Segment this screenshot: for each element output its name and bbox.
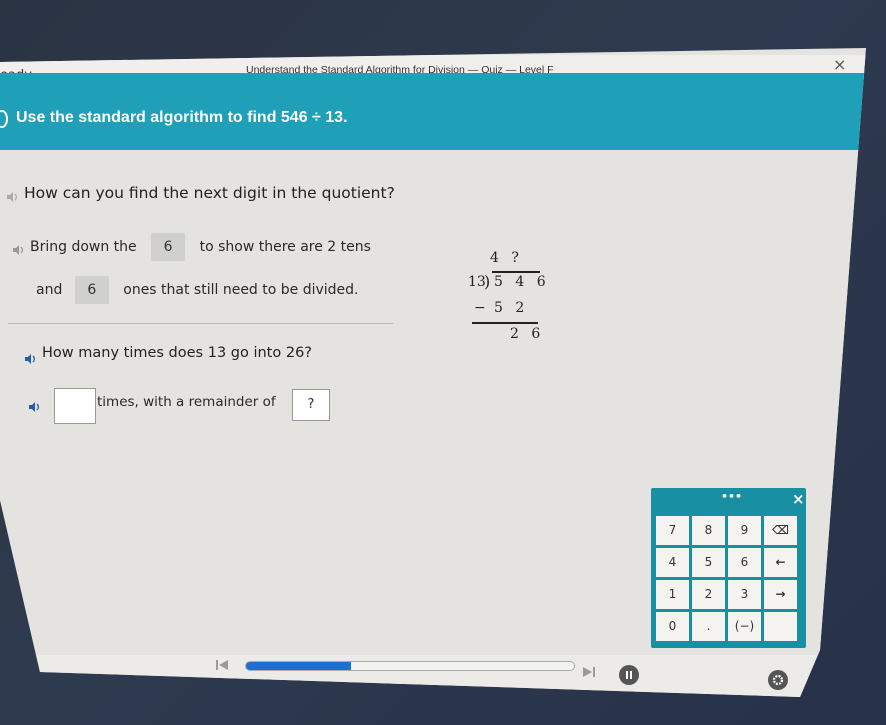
remainder: 2 6 [510,326,545,342]
remainder-prompt-text: times, with a remainder of [97,394,276,410]
keypad-grid: 7 8 9 ⌫ 4 5 6 ← 1 2 3 → 0 . (−) [656,516,798,641]
settings-button[interactable] [768,670,788,690]
skip-forward-icon [583,667,595,677]
subtraction-line [472,322,538,324]
key-8[interactable]: 8 [692,516,725,545]
blank-key[interactable] [764,612,797,641]
divider [8,323,393,324]
speaker-icon[interactable] [6,188,18,202]
sentence-line-2: and 6 ones that still need to be divided… [36,276,359,304]
key-4[interactable]: 4 [656,548,689,577]
key-6[interactable]: 6 [728,548,761,577]
prompt-text: Use the standard algorithm to find 546 ÷… [16,109,348,126]
key-0[interactable]: 0 [656,612,689,641]
negative-key[interactable]: (−) [728,612,761,641]
speaker-icon[interactable] [28,398,40,412]
pause-icon [626,671,632,679]
backspace-key[interactable]: ⌫ [764,516,797,545]
keypad-menu-icon[interactable]: ••• [721,490,742,503]
division-bracket: ) [484,272,491,291]
key-2[interactable]: 2 [692,580,725,609]
screen: eady Understand the Standard Algorithm f… [0,48,866,697]
speaker-icon[interactable] [12,241,24,255]
gear-icon [772,674,784,686]
minus-sign: − [474,300,486,316]
subtrahend: 5 2 [494,300,529,316]
remainder-answer-input[interactable]: ? [292,389,330,421]
question-1-text: How can you find the next digit in the q… [24,184,395,202]
filled-answer-box: 6 [151,233,186,261]
filled-answer-box: 6 [74,276,109,304]
left-arrow-key[interactable]: ← [764,548,797,577]
quotient-answer-input[interactable] [54,388,96,424]
progress-fill [246,662,351,670]
key-5[interactable]: 5 [692,548,725,577]
key-9[interactable]: 9 [728,516,761,545]
vinculum [492,271,540,273]
question-2-text: How many times does 13 go into 26? [42,345,312,361]
sentence-text: Bring down the [30,239,137,255]
prompt-banner: Use the standard algorithm to find 546 ÷… [0,73,866,150]
number-keypad: ••• × 7 8 9 ⌫ 4 5 6 ← 1 2 3 → 0 . (−) [651,488,806,648]
close-window-button[interactable]: × [833,55,846,74]
right-arrow-key[interactable]: → [764,580,797,609]
speaker-icon[interactable] [0,110,8,128]
skip-back-button[interactable] [215,657,229,676]
long-division: 4 ? 13 ) 5 4 6 − 5 2 2 6 [462,242,552,352]
sentence-text: and [36,282,63,298]
pause-button[interactable] [619,665,639,685]
progress-bar[interactable] [245,661,575,671]
dividend: 5 4 6 [494,274,550,290]
skip-forward-button[interactable] [582,664,596,683]
sentence-text: to show there are 2 tens [199,239,371,255]
keypad-header[interactable]: ••• × [651,488,806,512]
decimal-key[interactable]: . [692,612,725,641]
skip-back-icon [216,660,228,670]
key-3[interactable]: 3 [728,580,761,609]
key-1[interactable]: 1 [656,580,689,609]
speaker-icon[interactable] [24,350,36,364]
keypad-close-button[interactable]: × [792,490,805,508]
sentence-line-1: Bring down the 6 to show there are 2 ten… [30,233,371,261]
key-7[interactable]: 7 [656,516,689,545]
sentence-text: ones that still need to be divided. [123,282,359,298]
quotient: 4 ? [490,250,523,266]
